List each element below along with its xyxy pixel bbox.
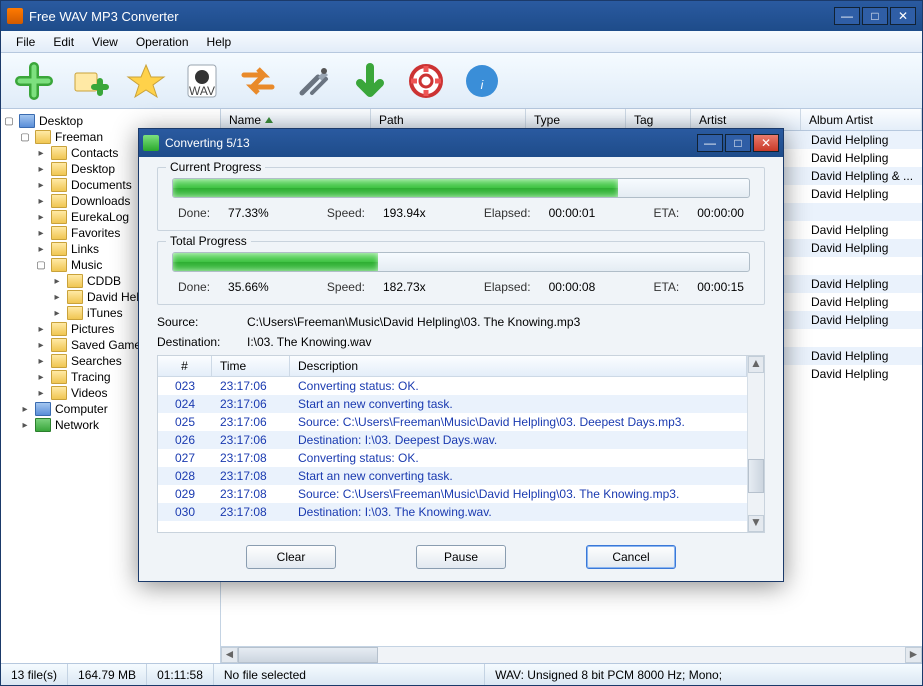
total-speed: 182.73x [383, 280, 426, 294]
total-eta: 00:00:15 [697, 280, 744, 294]
log-col-time[interactable]: Time [212, 356, 290, 376]
log-row[interactable]: 02523:17:06Source: C:\Users\Freeman\Musi… [158, 413, 747, 431]
log-row[interactable]: 02823:17:08Start an new converting task. [158, 467, 747, 485]
dialog-titlebar[interactable]: Converting 5/13 — □ ✕ [139, 129, 783, 157]
current-elapsed: 00:00:01 [549, 206, 596, 220]
cancel-button[interactable]: Cancel [586, 545, 676, 569]
scroll-down-icon[interactable]: ▼ [748, 515, 764, 532]
total-progress-label: Total Progress [166, 234, 251, 248]
log-row[interactable]: 02423:17:06Start an new converting task. [158, 395, 747, 413]
log-list: # Time Description 02323:17:06Converting… [157, 355, 765, 533]
current-progress-group: Current Progress Done:77.33% Speed:193.9… [157, 167, 765, 231]
total-progress-group: Total Progress Done:35.66% Speed:182.73x… [157, 241, 765, 305]
log-row[interactable]: 02923:17:08Source: C:\Users\Freeman\Musi… [158, 485, 747, 503]
destination-path: I:\03. The Knowing.wav [247, 335, 372, 349]
log-row[interactable]: 02323:17:06Converting status: OK. [158, 377, 747, 395]
log-scroll-thumb[interactable] [748, 459, 764, 493]
scroll-up-icon[interactable]: ▲ [748, 356, 764, 373]
log-col-desc[interactable]: Description [290, 356, 747, 376]
source-path: C:\Users\Freeman\Music\David Helpling\03… [247, 315, 580, 329]
total-progress-bar [172, 252, 750, 272]
current-eta: 00:00:00 [697, 206, 744, 220]
clear-button[interactable]: Clear [246, 545, 336, 569]
current-speed: 193.94x [383, 206, 426, 220]
log-col-num[interactable]: # [158, 356, 212, 376]
log-row[interactable]: 02723:17:08Converting status: OK. [158, 449, 747, 467]
total-elapsed: 00:00:08 [549, 280, 596, 294]
log-header[interactable]: # Time Description [158, 356, 747, 377]
current-done: 77.33% [228, 206, 269, 220]
total-done: 35.66% [228, 280, 269, 294]
log-vertical-scrollbar[interactable]: ▲ ▼ [747, 356, 764, 532]
dialog-minimize-button[interactable]: — [697, 134, 723, 152]
dialog-overlay: Converting 5/13 — □ ✕ Current Progress D… [0, 0, 923, 686]
dialog-close-button[interactable]: ✕ [753, 134, 779, 152]
dialog-app-icon [143, 135, 159, 151]
log-row[interactable]: 03023:17:08Destination: I:\03. The Knowi… [158, 503, 747, 521]
current-progress-label: Current Progress [166, 160, 265, 174]
dialog-title: Converting 5/13 [165, 136, 697, 150]
dialog-maximize-button[interactable]: □ [725, 134, 751, 152]
pause-button[interactable]: Pause [416, 545, 506, 569]
current-progress-bar [172, 178, 750, 198]
log-row[interactable]: 02623:17:06Destination: I:\03. Deepest D… [158, 431, 747, 449]
converting-dialog: Converting 5/13 — □ ✕ Current Progress D… [138, 128, 784, 582]
